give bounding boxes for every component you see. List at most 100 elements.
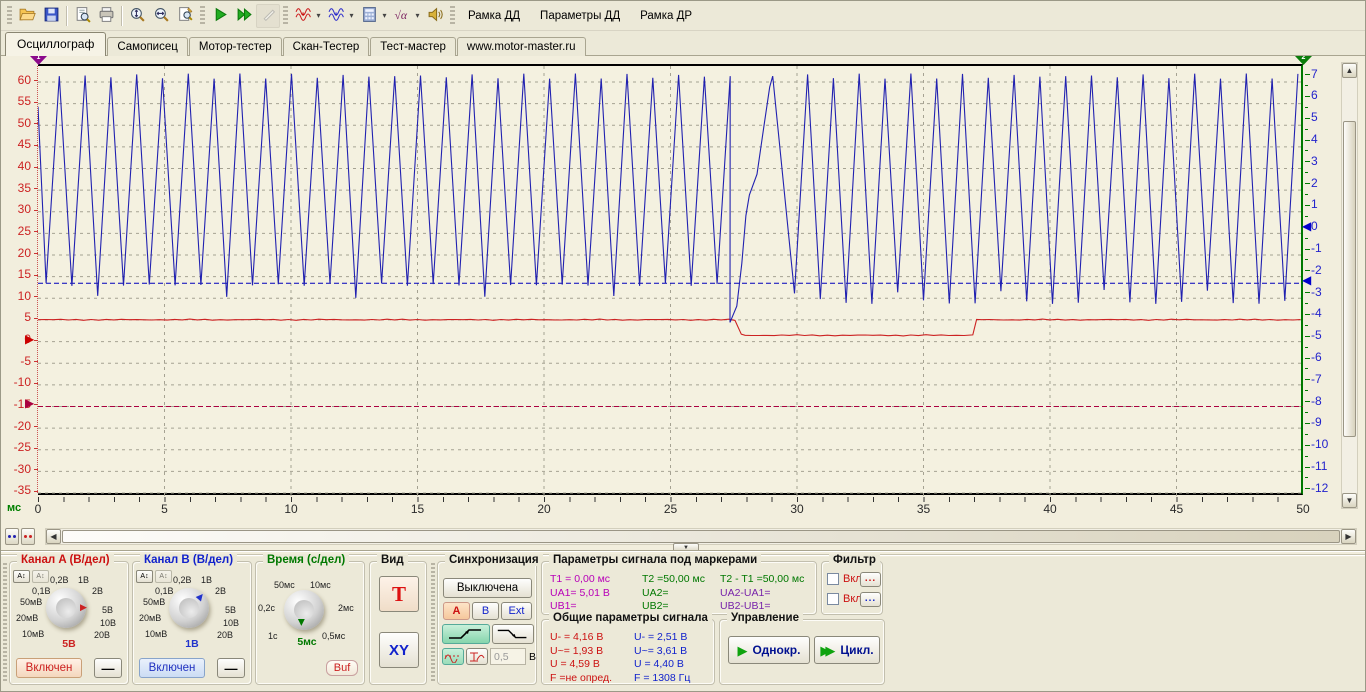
panel-grip[interactable]	[3, 563, 7, 681]
sync-source-ext-button[interactable]: Ext	[501, 602, 532, 620]
tab-тест-мастер[interactable]: Тест-мастер	[370, 37, 456, 56]
run-cycle-button[interactable]: ▶▶ Цикл.	[814, 636, 880, 664]
sync-falling-edge-button[interactable]	[492, 624, 534, 644]
horizontal-scrollbar[interactable]: ◀ ▶	[45, 528, 1357, 545]
signal-b-menu-button[interactable]: +	[324, 4, 348, 28]
trigger-level-marker[interactable]: ▶	[25, 397, 34, 410]
application-window: +▾+▾▾√α▾Рамка ДДПараметры ДДРамка ДР Осц…	[0, 0, 1366, 692]
marker-parameters-panel: Параметры сигнала под маркерами T1 = 0,0…	[541, 561, 817, 615]
sync-rising-edge-button[interactable]	[442, 624, 490, 644]
channel-b-range-knob[interactable]: 10мВ20мВ50мВ0,1В0,2В1В2В5В10В20В1В▶	[137, 572, 249, 652]
scroll-left-button[interactable]: ◀	[46, 529, 61, 544]
channel-b-collapse-button[interactable]: —	[217, 658, 245, 678]
print-preview-button[interactable]	[70, 4, 94, 28]
left-axis-tick-label: -25	[3, 441, 31, 454]
tab-мотор-тестер[interactable]: Мотор-тестер	[189, 37, 282, 56]
channel-b-level-marker[interactable]: ◀	[1302, 274, 1311, 287]
dropdown-arrow-icon[interactable]: ▾	[347, 11, 356, 20]
scroll-right-button[interactable]: ▶	[1341, 529, 1356, 544]
knob-position-label: 1с	[268, 632, 278, 641]
tab-самописец[interactable]: Самописец	[107, 37, 188, 56]
channel-b-zero-marker[interactable]: ◀	[1302, 220, 1311, 233]
channel-a-dots-button[interactable]	[21, 528, 35, 545]
print-button[interactable]	[94, 4, 118, 28]
filter-a-more-button[interactable]: ...	[860, 572, 881, 587]
time-range-knob[interactable]: 1с0,2с50мс10мс2мс0,5мс5мс▶	[258, 572, 364, 654]
tab-осциллограф[interactable]: Осциллограф	[5, 32, 106, 56]
sync-mode-auto-button[interactable]	[442, 648, 464, 665]
scroll-up-button[interactable]: ▲	[1342, 63, 1357, 78]
channel-a-title: Канал A (В/дел)	[17, 554, 114, 566]
page-zoom-button[interactable]	[173, 4, 197, 28]
edit-button[interactable]	[256, 4, 280, 28]
left-axis-tick	[34, 253, 38, 254]
sync-source-a-button[interactable]: А	[443, 602, 470, 620]
marker-col-t1: T1 = 0,00 мс UА1= 5,01 В UВ1=	[550, 573, 610, 614]
right-axis-tick	[1305, 368, 1308, 369]
run-once-button[interactable]: ▶ Однокр.	[728, 636, 810, 664]
sync-level-input[interactable]	[490, 648, 526, 665]
math-button[interactable]: √α	[390, 4, 414, 28]
view-t-button[interactable]: T	[379, 576, 419, 612]
knob-position-label: 20мВ	[16, 614, 38, 623]
dropdown-arrow-icon[interactable]: ▾	[413, 11, 422, 20]
view-xy-button[interactable]: XY	[379, 632, 419, 668]
common-channel-b: U- = 2,51 В U~= 3,61 В U = 4,40 В F = 13…	[634, 631, 690, 685]
channel-b-power-button[interactable]: Включен	[139, 658, 205, 678]
sync-source-b-button[interactable]: В	[472, 602, 499, 620]
b-uac-value: U~= 3,61 В	[634, 645, 690, 659]
sync-mode-level-button[interactable]	[466, 648, 488, 665]
left-axis-tick	[34, 123, 38, 124]
ramka-dr-button[interactable]: Рамка ДР	[630, 5, 702, 27]
plot-area[interactable]	[38, 64, 1303, 495]
tab-www.motor-master.ru[interactable]: www.motor-master.ru	[457, 37, 586, 56]
open-file-button[interactable]	[15, 4, 39, 28]
right-axis-tick	[1305, 150, 1308, 151]
start-once-button[interactable]	[208, 4, 232, 28]
dropdown-arrow-icon[interactable]: ▾	[380, 11, 389, 20]
right-axis-tick	[1305, 456, 1308, 457]
start-cycle-button[interactable]	[232, 4, 256, 28]
sound-button[interactable]	[423, 4, 447, 28]
filter-b-checkbox[interactable]	[827, 593, 839, 605]
channel-a-collapse-button[interactable]: —	[94, 658, 122, 678]
channel-a-power-button[interactable]: Включен	[16, 658, 82, 678]
signal-a-menu-button[interactable]: +	[291, 4, 315, 28]
buffer-button[interactable]: Buf	[326, 660, 358, 676]
vertical-scrollbar[interactable]: ▲ ▼	[1341, 62, 1358, 509]
splitter[interactable]	[1, 550, 1365, 552]
left-axis-tick	[34, 102, 38, 103]
left-axis-tick	[34, 210, 38, 211]
tab-скан-тестер[interactable]: Скан-Тестер	[283, 37, 370, 56]
channel-a-zero-marker[interactable]: ▶	[25, 333, 34, 346]
filter-a-checkbox[interactable]	[827, 573, 839, 585]
channel-b-dots-button[interactable]	[5, 528, 19, 545]
falling-edge-icon	[496, 628, 530, 640]
knob-position-label: 1В	[78, 576, 89, 585]
save-button[interactable]	[39, 4, 63, 28]
parametry-dd-button[interactable]: Параметры ДД	[530, 5, 630, 27]
left-axis-tick	[34, 167, 38, 168]
scroll-down-button[interactable]: ▼	[1342, 493, 1357, 508]
left-axis-tick	[34, 491, 38, 492]
sync-off-button[interactable]: Выключена	[443, 578, 532, 598]
zoom-amplitude-button[interactable]	[125, 4, 149, 28]
play-double-icon: ▶▶	[820, 644, 830, 657]
knob-position-label: 50мВ	[143, 598, 165, 607]
horizontal-scroll-thumb[interactable]	[62, 530, 1340, 543]
calculator-button[interactable]	[357, 4, 381, 28]
filter-b-more-button[interactable]: ...	[860, 592, 881, 607]
zoom-vertical-icon	[129, 6, 146, 26]
x-axis-tick-label: 40	[1035, 502, 1065, 516]
channel-a-range-knob[interactable]: 10мВ20мВ50мВ0,1В0,2В1В2В5В10В20В5В▶	[14, 572, 126, 652]
panel-grip[interactable]	[431, 563, 435, 681]
ramka-dd-button[interactable]: Рамка ДД	[458, 5, 530, 27]
right-axis-tick-label: 5	[1311, 111, 1339, 124]
vertical-scroll-thumb[interactable]	[1343, 121, 1356, 437]
left-axis-tick-label: 10	[3, 290, 31, 303]
a-uac-value: U~= 1,93 В	[550, 645, 612, 659]
zoom-time-button[interactable]	[149, 4, 173, 28]
svg-text:+: +	[300, 9, 305, 18]
right-axis-tick	[1305, 347, 1308, 348]
dropdown-arrow-icon[interactable]: ▾	[314, 11, 323, 20]
